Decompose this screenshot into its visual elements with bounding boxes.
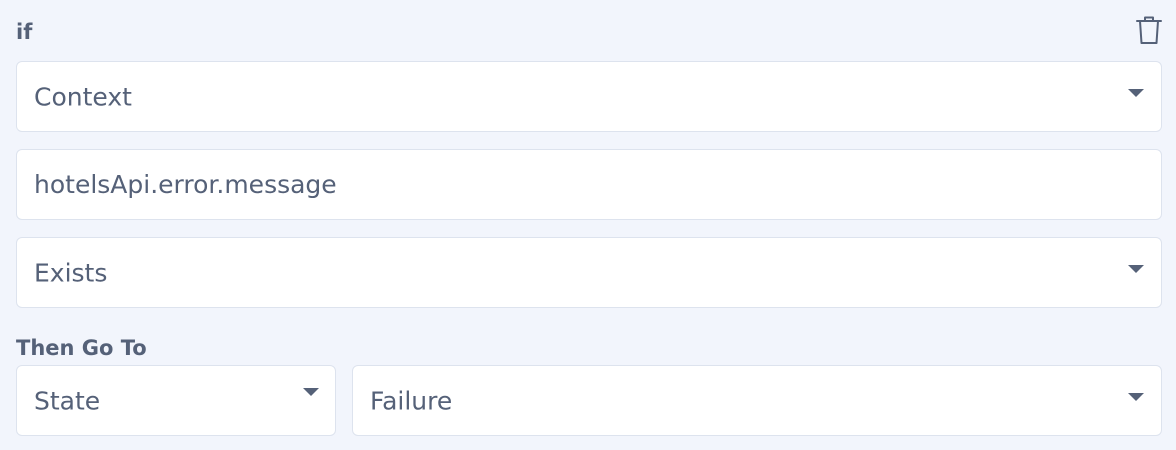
target-state-value: Failure bbox=[370, 386, 453, 415]
trash-icon[interactable] bbox=[1136, 15, 1162, 45]
chevron-down-icon bbox=[1128, 88, 1144, 97]
target-type-select[interactable]: State bbox=[16, 365, 336, 436]
target-type-value: State bbox=[34, 386, 101, 415]
chevron-down-icon bbox=[1128, 392, 1144, 401]
if-label: if bbox=[16, 20, 33, 44]
target-state-select[interactable]: Failure bbox=[352, 365, 1162, 436]
then-go-to-label: Then Go To bbox=[16, 336, 147, 360]
operator-value: Exists bbox=[34, 258, 108, 287]
chevron-down-icon bbox=[303, 387, 319, 396]
context-source-value: Context bbox=[34, 82, 132, 111]
condition-panel: if Context Exists Then Go To State Failu… bbox=[0, 0, 1176, 450]
operator-select[interactable]: Exists bbox=[16, 237, 1162, 308]
context-path-input[interactable] bbox=[16, 149, 1162, 220]
context-source-select[interactable]: Context bbox=[16, 61, 1162, 132]
chevron-down-icon bbox=[1128, 264, 1144, 273]
